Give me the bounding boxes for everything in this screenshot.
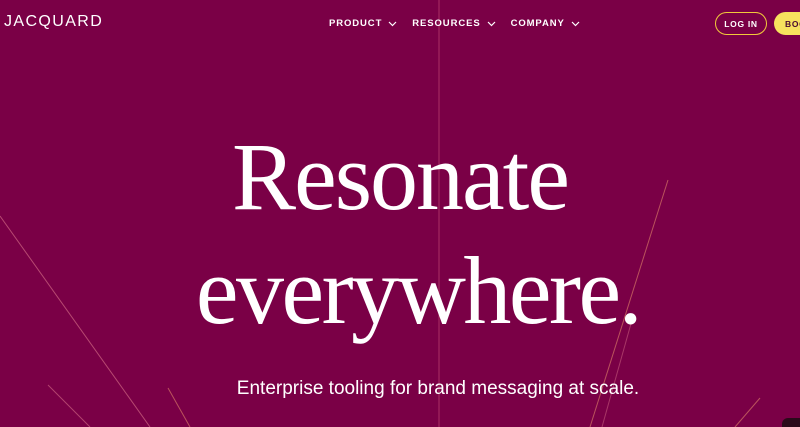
nav-item-label: PRODUCT [329,18,383,29]
book-demo-button[interactable]: BOOK A DEMO [774,12,800,35]
chevron-down-icon [487,21,495,26]
chevron-down-icon [388,21,397,26]
nav-item-company[interactable]: COMPANY [511,18,580,29]
nav-item-label: RESOURCES [412,18,481,29]
nav-item-product[interactable]: PRODUCT [329,18,397,29]
chat-widget[interactable] [782,418,800,427]
book-demo-clip: BOOK A DEMO [774,0,800,48]
nav-item-label: COMPANY [510,18,565,29]
nav-item-resources[interactable]: RESOURCES [412,18,495,29]
hero-headline-line1: Resonate [232,123,570,230]
chevron-down-icon [571,21,580,26]
hero-subtitle: Enterprise tooling for brand messaging a… [236,378,640,399]
main-menu: PRODUCT RESOURCES COMPANY [329,18,580,29]
bg-line-right-3 [734,397,761,427]
hero-headline-line2: everywhere. [195,237,643,344]
top-navigation: JACQUARD PRODUCT RESOURCES COMPANY LOG I… [0,0,800,48]
login-button[interactable]: LOG IN [715,12,767,35]
jacquard-logo[interactable]: JACQUARD [4,13,103,31]
